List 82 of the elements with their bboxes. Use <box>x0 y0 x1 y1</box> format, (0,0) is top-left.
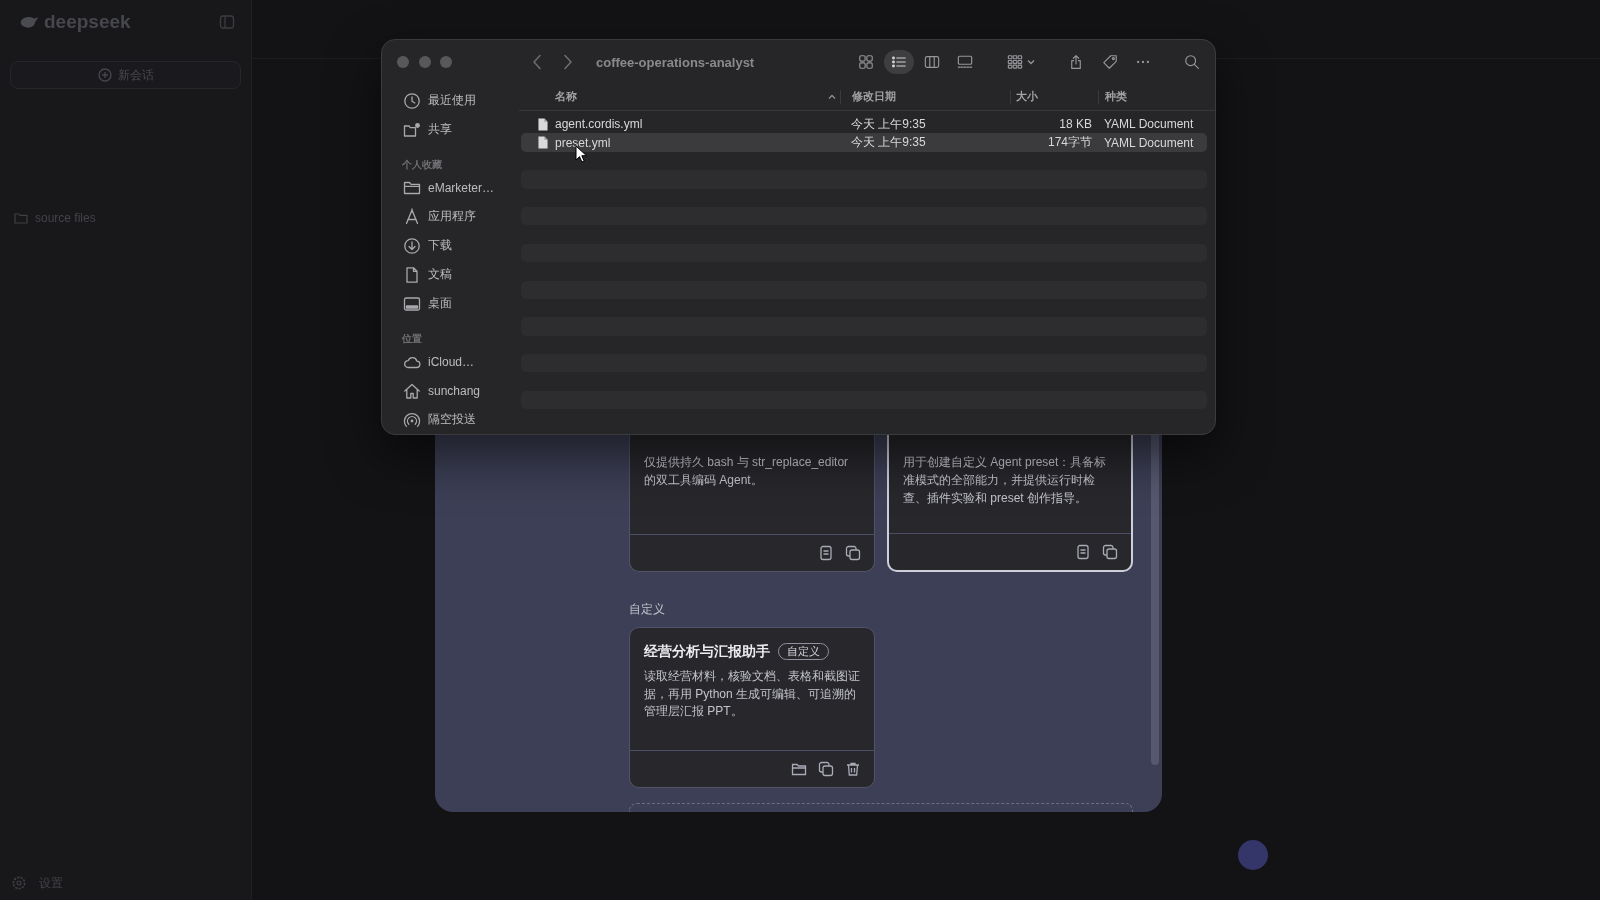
card-title: 经营分析与汇报助手 <box>644 642 770 660</box>
file-size: 174字节 <box>1046 134 1093 152</box>
copy-icon <box>818 761 834 777</box>
share-icon <box>1068 54 1084 70</box>
card-description: 读取经营材料，核验文档、表格和截图证据，再用 Python 生成可编辑、可追溯的管理层汇报 PPT。 <box>644 668 860 720</box>
chevron-left-icon <box>532 54 542 70</box>
shared-folder-icon <box>403 120 421 139</box>
back-button[interactable] <box>531 53 543 71</box>
card-description: 仅提供持久 bash 与 str_replace_editor 的双工具编码 Agent。 <box>644 454 850 489</box>
card-description: 用于创建自定义 Agent preset：具备标准模式的全部能力，并提供运行时检查、插件实验和 preset 创作指导。 <box>903 454 1108 507</box>
preset-card[interactable]: 用于创建自定义 Agent preset：具备标准模式的全部能力，并提供运行时检查、插件实验和 preset 创作指导。 <box>887 435 1133 572</box>
house-icon <box>403 381 421 400</box>
copy-icon <box>845 545 861 561</box>
sidebar-item[interactable]: 下载 <box>382 231 456 260</box>
airdrop-icon <box>403 410 421 429</box>
document-icon <box>818 545 834 561</box>
search-icon <box>1184 54 1200 70</box>
forward-button[interactable] <box>562 53 574 71</box>
file-row[interactable]: agent.cordis.yml 今天 上午9:35 18 KB YAML Document <box>521 115 1207 134</box>
sidebar-item[interactable]: 桌面 <box>382 289 456 318</box>
sidebar-item[interactable]: sunchang <box>382 376 485 405</box>
copy-icon <box>1102 544 1118 560</box>
preset-card[interactable]: 经营分析与汇报助手 自定义 读取经营材料，核验文档、表格和截图证据，再用 Python 生成可编辑、可追溯的管理层汇报 PPT。 <box>629 627 875 788</box>
copy-button[interactable] <box>845 545 861 561</box>
sidebar-item[interactable]: 最近使用 <box>382 86 480 115</box>
grid-view-icon <box>858 54 874 70</box>
sidebar-section-header: 位置 <box>402 332 422 346</box>
window-title: coffee-operations-analyst <box>596 54 755 70</box>
folder-icon <box>791 761 807 777</box>
file-name: agent.cordis.yml <box>555 117 643 132</box>
view-button[interactable] <box>1075 544 1091 560</box>
section-heading: 自定义 <box>629 601 665 618</box>
folder-icon <box>14 211 28 225</box>
column-header[interactable]: 名称 <box>521 90 840 104</box>
file-name: preset.yml <box>555 135 611 150</box>
file-icon <box>538 136 548 150</box>
delete-button[interactable] <box>845 761 861 777</box>
chevron-right-icon <box>563 54 573 70</box>
apps-icon <box>403 207 421 226</box>
view-button[interactable] <box>818 545 834 561</box>
file-icon <box>538 117 548 131</box>
desktop-icon <box>403 294 421 313</box>
column-header[interactable]: 种类 <box>1098 90 1215 104</box>
settings-icon <box>12 876 26 890</box>
column-view-icon <box>924 54 940 70</box>
scrollbar-thumb[interactable] <box>1151 435 1159 765</box>
trash-icon <box>845 761 861 777</box>
preset-card[interactable]: 仅提供持久 bash 与 str_replace_editor 的双工具编码 Agent。 <box>629 435 875 572</box>
plus-circle-icon <box>97 68 112 82</box>
copy-button[interactable] <box>818 761 834 777</box>
file-type: YAML Document <box>1103 117 1195 132</box>
document-icon <box>1075 544 1091 560</box>
sidebar-section-header: 个人收藏 <box>402 158 442 172</box>
sidebar-item[interactable]: 共享 <box>382 115 456 144</box>
sidebar-item[interactable]: 隔空投送 <box>382 405 480 434</box>
logo-icon <box>20 15 40 29</box>
list-view-icon <box>891 54 907 70</box>
file-row[interactable]: preset.yml 今天 上午9:35 174字节 YAML Document <box>521 133 1207 152</box>
file-type: YAML Document <box>1103 135 1195 150</box>
folder-button[interactable] <box>791 761 807 777</box>
clock-icon <box>403 91 421 110</box>
tag-icon <box>1102 54 1118 70</box>
gallery-view-icon <box>957 54 973 70</box>
caret-down-icon <box>1027 59 1035 65</box>
close-button[interactable] <box>397 56 409 68</box>
sidebar-item[interactable]: 文稿 <box>382 260 456 289</box>
sidebar-item[interactable]: eMarketer… <box>382 173 499 202</box>
column-header[interactable]: 修改日期 <box>840 90 1010 104</box>
zoom-button[interactable] <box>440 56 452 68</box>
modified-date: 今天 上午9:35 <box>850 115 927 133</box>
sidebar-item[interactable]: 应用程序 <box>382 202 480 231</box>
group-grid-icon <box>1007 54 1023 70</box>
download-icon <box>403 236 421 255</box>
sidebar-item[interactable]: iCloud… <box>382 347 479 376</box>
sidebar-toggle-icon[interactable] <box>219 14 235 30</box>
column-header[interactable]: 大小 <box>1010 90 1098 104</box>
list-view-button[interactable] <box>884 50 914 74</box>
file-size: 18 KB <box>1058 117 1093 132</box>
copy-button[interactable] <box>1102 544 1118 560</box>
minimize-button[interactable] <box>418 56 431 68</box>
modified-date: 今天 上午9:35 <box>850 134 927 152</box>
document-icon <box>403 265 421 284</box>
